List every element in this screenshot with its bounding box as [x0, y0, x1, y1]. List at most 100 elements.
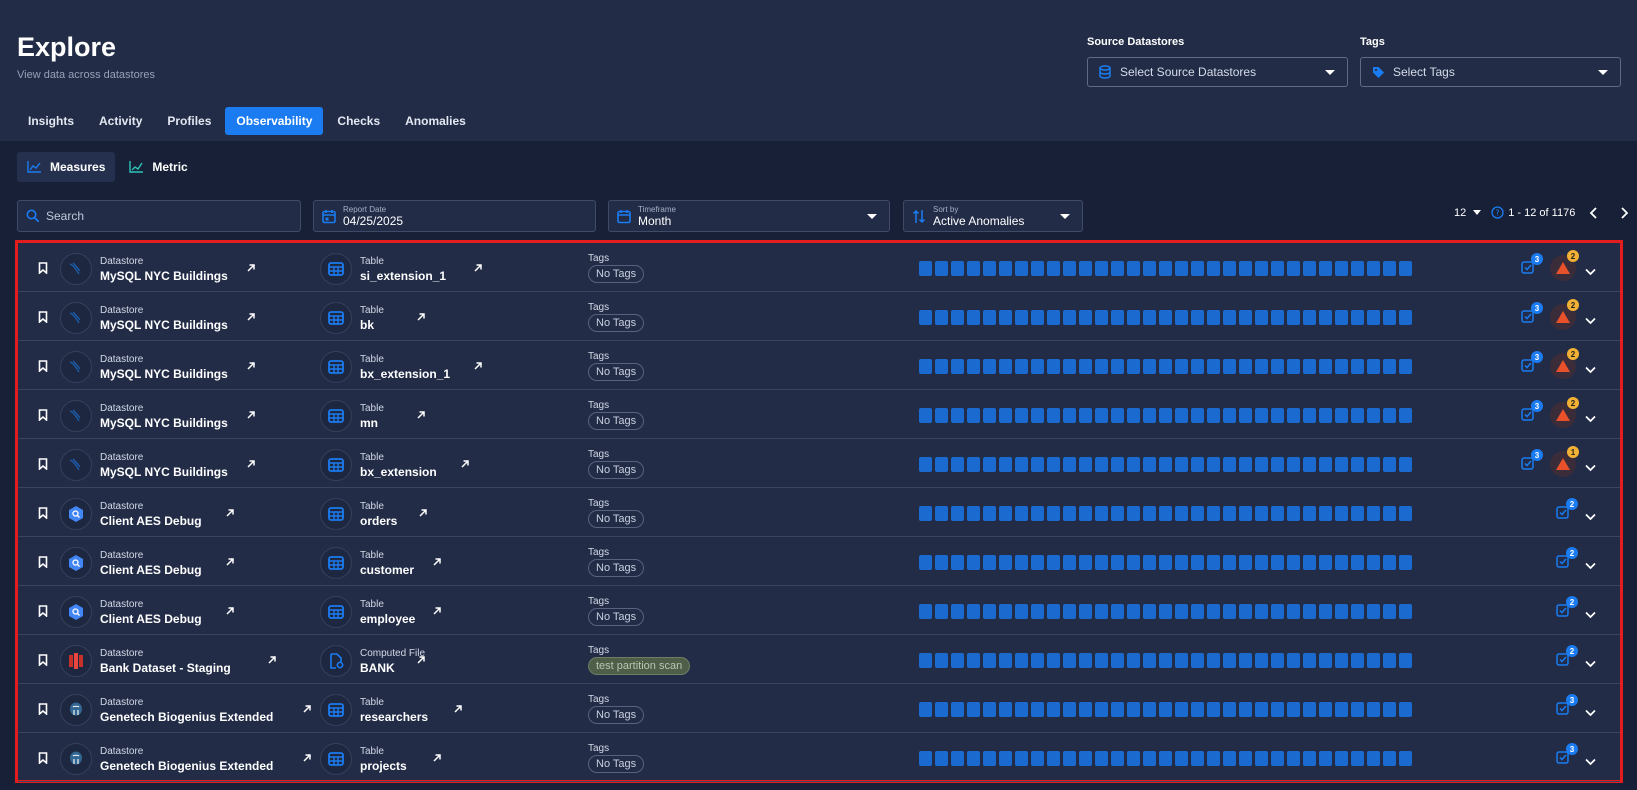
status-square[interactable] — [1255, 310, 1268, 325]
status-square[interactable] — [1095, 261, 1108, 276]
status-square[interactable] — [983, 457, 996, 472]
status-square[interactable] — [1319, 506, 1332, 521]
status-square[interactable] — [1271, 261, 1284, 276]
status-square[interactable] — [1255, 653, 1268, 668]
report-date-picker[interactable]: Report Date 04/25/2025 — [313, 200, 596, 232]
table-row[interactable]: Datastore MySQL NYC Buildings Table bx_exte… — [18, 439, 1620, 488]
tags-select[interactable]: Select Tags — [1360, 57, 1621, 87]
status-square[interactable] — [919, 653, 932, 668]
checks-badge[interactable]: 2 — [1556, 498, 1578, 524]
status-square[interactable] — [1111, 506, 1124, 521]
status-square[interactable] — [1367, 751, 1380, 766]
status-square[interactable] — [1143, 408, 1156, 423]
datastore-name[interactable]: MySQL NYC Buildings — [100, 465, 228, 479]
tab-profiles[interactable]: Profiles — [156, 107, 222, 135]
status-square[interactable] — [1031, 457, 1044, 472]
subtab-metric[interactable]: Metric — [119, 152, 197, 182]
tab-observability[interactable]: Observability — [225, 107, 324, 135]
status-square[interactable] — [1015, 506, 1028, 521]
status-square[interactable] — [1335, 359, 1348, 374]
chevron-down-icon[interactable] — [1585, 361, 1596, 379]
status-square[interactable] — [1351, 751, 1364, 766]
status-square[interactable] — [1191, 702, 1204, 717]
status-square[interactable] — [1079, 604, 1092, 619]
status-square[interactable] — [1255, 359, 1268, 374]
status-square[interactable] — [1191, 555, 1204, 570]
status-square[interactable] — [1207, 555, 1220, 570]
tab-insights[interactable]: Insights — [17, 107, 85, 135]
page-size-select[interactable]: 12 — [1454, 207, 1482, 219]
status-square[interactable] — [1383, 261, 1396, 276]
status-square[interactable] — [1367, 653, 1380, 668]
status-square[interactable] — [1351, 457, 1364, 472]
asset-name[interactable]: orders — [360, 514, 397, 528]
status-square[interactable] — [1255, 506, 1268, 521]
bookmark-icon[interactable] — [38, 408, 48, 426]
datastore-name[interactable]: Client AES Debug — [100, 612, 202, 626]
status-square[interactable] — [1287, 506, 1300, 521]
status-square[interactable] — [1255, 555, 1268, 570]
checks-badge[interactable]: 3 — [1521, 302, 1543, 328]
status-square[interactable] — [935, 457, 948, 472]
status-square[interactable] — [999, 408, 1012, 423]
status-square[interactable] — [1159, 751, 1172, 766]
bookmark-icon[interactable] — [38, 604, 48, 622]
status-square[interactable] — [1159, 310, 1172, 325]
status-square[interactable] — [1207, 457, 1220, 472]
status-square[interactable] — [1159, 457, 1172, 472]
checks-badge[interactable]: 3 — [1521, 351, 1543, 377]
status-square[interactable] — [1191, 751, 1204, 766]
status-square[interactable] — [1287, 457, 1300, 472]
status-square[interactable] — [983, 751, 996, 766]
status-square[interactable] — [1127, 310, 1140, 325]
anomalies-badge[interactable]: 2 — [1550, 299, 1579, 330]
status-square[interactable] — [1047, 653, 1060, 668]
status-square[interactable] — [1047, 408, 1060, 423]
status-square[interactable] — [999, 653, 1012, 668]
status-square[interactable] — [1319, 653, 1332, 668]
status-square[interactable] — [1399, 359, 1412, 374]
status-square[interactable] — [1111, 653, 1124, 668]
status-square[interactable] — [1239, 457, 1252, 472]
status-square[interactable] — [1303, 555, 1316, 570]
status-square[interactable] — [983, 261, 996, 276]
status-square[interactable] — [1223, 604, 1236, 619]
status-square[interactable] — [1191, 506, 1204, 521]
status-square[interactable] — [1239, 604, 1252, 619]
status-square[interactable] — [1383, 457, 1396, 472]
status-square[interactable] — [1303, 702, 1316, 717]
status-square[interactable] — [951, 506, 964, 521]
status-square[interactable] — [1079, 457, 1092, 472]
anomalies-badge[interactable]: 2 — [1550, 397, 1579, 428]
status-square[interactable] — [1351, 359, 1364, 374]
status-square[interactable] — [999, 506, 1012, 521]
status-square[interactable] — [1207, 751, 1220, 766]
status-square[interactable] — [1079, 653, 1092, 668]
status-square[interactable] — [1143, 310, 1156, 325]
external-link-icon[interactable] — [246, 260, 256, 278]
status-square[interactable] — [1271, 506, 1284, 521]
status-square[interactable] — [1063, 604, 1076, 619]
status-square[interactable] — [1303, 751, 1316, 766]
status-square[interactable] — [1031, 751, 1044, 766]
status-square[interactable] — [1047, 261, 1060, 276]
status-square[interactable] — [951, 457, 964, 472]
status-square[interactable] — [967, 457, 980, 472]
status-square[interactable] — [1239, 408, 1252, 423]
status-square[interactable] — [1335, 457, 1348, 472]
status-square[interactable] — [1095, 604, 1108, 619]
status-square[interactable] — [967, 751, 980, 766]
status-square[interactable] — [1399, 457, 1412, 472]
status-square[interactable] — [1175, 310, 1188, 325]
status-square[interactable] — [1303, 261, 1316, 276]
checks-badge[interactable]: 3 — [1521, 449, 1543, 475]
status-square[interactable] — [1255, 751, 1268, 766]
status-square[interactable] — [1223, 506, 1236, 521]
status-square[interactable] — [999, 457, 1012, 472]
status-square[interactable] — [1031, 653, 1044, 668]
status-square[interactable] — [1047, 457, 1060, 472]
status-square[interactable] — [1191, 359, 1204, 374]
external-link-icon[interactable] — [246, 309, 256, 327]
status-square[interactable] — [1207, 261, 1220, 276]
external-link-icon[interactable] — [416, 309, 426, 327]
